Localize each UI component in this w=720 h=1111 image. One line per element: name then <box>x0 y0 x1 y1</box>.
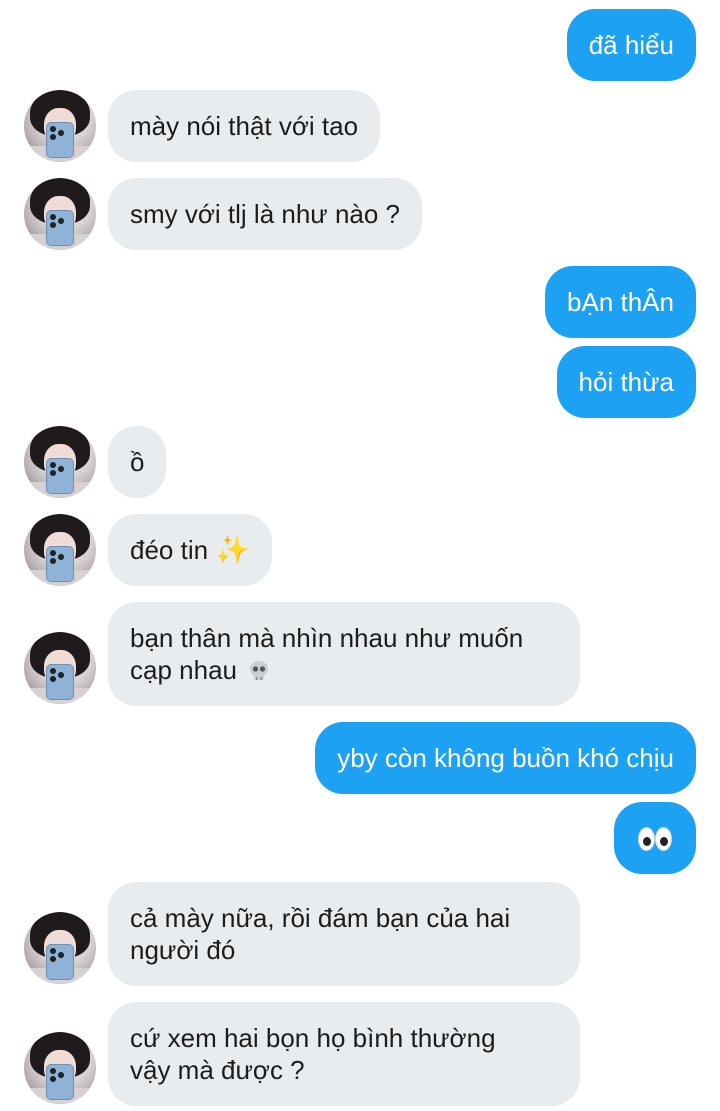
message-text: mày nói thật với tao <box>130 111 359 141</box>
skull-icon <box>250 661 269 680</box>
contact-avatar[interactable] <box>24 1032 96 1104</box>
message-text-line: cứ xem hai bọn họ bình thường <box>130 1023 496 1053</box>
contact-avatar[interactable] <box>24 514 96 586</box>
incoming-message[interactable]: ồ <box>108 426 167 498</box>
contact-avatar[interactable] <box>24 90 96 162</box>
contact-avatar[interactable] <box>24 632 96 704</box>
sparkles-icon: ✨ <box>215 534 251 565</box>
message-text-line: người đó <box>130 935 236 965</box>
message-text: bẠn thÂn <box>567 287 674 317</box>
message-text: đã hiểu <box>588 30 674 60</box>
eyes-icon <box>638 827 672 851</box>
message-text: yby còn không buồn khó chịu <box>337 743 674 773</box>
message-text: đéo tin <box>130 535 209 565</box>
incoming-message[interactable]: đéo tin ✨ <box>108 514 273 586</box>
message-text-line: vậy mà được ? <box>130 1055 305 1085</box>
outgoing-message[interactable] <box>614 802 696 874</box>
incoming-message[interactable]: smy với tlj là như nào ? <box>108 178 423 250</box>
message-text-line: cạp nhau <box>130 655 237 685</box>
chat-thread[interactable]: đã hiểu mày nói thật với tao smy với tlj… <box>0 0 720 1111</box>
incoming-message[interactable]: cứ xem hai bọn họ bình thường vậy mà đượ… <box>108 1002 580 1106</box>
message-text-line: bạn thân mà nhìn nhau như muốn <box>130 623 524 653</box>
incoming-message[interactable]: cả mày nữa, rồi đám bạn của hai người đó <box>108 882 580 986</box>
contact-avatar[interactable] <box>24 178 96 250</box>
message-text: hỏi thừa <box>578 367 674 397</box>
contact-avatar[interactable] <box>24 912 96 984</box>
message-text-line: cả mày nữa, rồi đám bạn của hai <box>130 903 511 933</box>
outgoing-message[interactable]: đã hiểu <box>566 9 696 81</box>
incoming-message[interactable]: bạn thân mà nhìn nhau như muốn cạp nhau <box>108 602 580 706</box>
incoming-message[interactable]: mày nói thật với tao <box>108 90 381 162</box>
message-text: smy với tlj là như nào ? <box>130 199 401 229</box>
message-text: ồ <box>130 447 145 477</box>
outgoing-message[interactable]: bẠn thÂn <box>545 266 696 338</box>
outgoing-message[interactable]: hỏi thừa <box>556 346 696 418</box>
contact-avatar[interactable] <box>24 426 96 498</box>
outgoing-message[interactable]: yby còn không buồn khó chịu <box>315 722 696 794</box>
